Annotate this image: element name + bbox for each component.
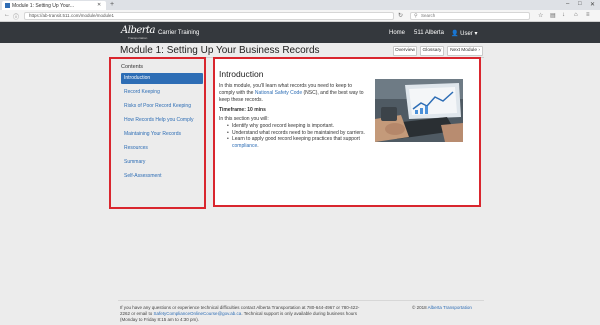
list-item-text-end: . <box>257 142 259 149</box>
reload-icon[interactable]: ↻ <box>398 12 403 19</box>
close-tab-icon[interactable]: ✕ <box>97 2 101 8</box>
contents-sidebar: Contents Introduction Record Keeping Ris… <box>109 57 206 209</box>
tab-title: Module 1: Setting Up Your... <box>12 2 74 9</box>
support-email-link[interactable]: SafetyComplianceOnlineCourse@gov.ab.ca <box>154 311 242 316</box>
window-close-icon[interactable]: ✕ <box>590 1 595 8</box>
star-icon[interactable]: ☆ <box>538 12 543 19</box>
nsc-link[interactable]: National Safety Code <box>255 90 302 96</box>
browser-tab-bar: Module 1: Setting Up Your... ✕ + – □ ✕ <box>0 0 600 10</box>
contents-heading: Contents <box>121 64 144 70</box>
intro-heading: Introduction <box>219 69 264 79</box>
footer-support-text: If you have any questions or experience … <box>120 305 365 323</box>
objectives-list: Identify why good record keeping is impo… <box>227 123 369 149</box>
menu-icon[interactable]: ≡ <box>586 12 590 18</box>
user-menu-label: User ▾ <box>460 31 478 37</box>
toc-item-introduction[interactable]: Introduction <box>121 73 203 84</box>
new-tab-icon[interactable]: + <box>110 1 114 8</box>
toc-item-how-records-help[interactable]: How Records Help you Comply <box>121 115 203 126</box>
library-icon[interactable]: ▤ <box>550 12 556 19</box>
overview-button[interactable]: Overview <box>393 46 417 56</box>
minimize-icon[interactable]: – <box>566 1 569 7</box>
footer-divider <box>118 300 484 301</box>
toc-item-summary[interactable]: Summary <box>121 157 203 168</box>
address-bar: ← ⓘ https://ab-transit.511.com/module/mo… <box>0 10 600 22</box>
list-item: Learn to apply good record keeping pract… <box>227 136 369 149</box>
alberta-logo[interactable]: Alberta <box>121 25 156 36</box>
home-icon[interactable]: ⌂ <box>574 12 578 18</box>
timeframe-label: Timeframe: 10 mins <box>219 107 266 113</box>
toc-item-risks[interactable]: Risks of Poor Record Keeping <box>121 101 203 112</box>
compliance-link[interactable]: compliance <box>232 143 257 149</box>
url-field[interactable]: https://ab-transit.511.com/module/module… <box>24 12 394 20</box>
favicon-icon <box>5 3 10 8</box>
search-placeholder: Search <box>421 13 436 18</box>
info-icon[interactable]: ⓘ <box>13 12 19 21</box>
toc-item-self-assessment[interactable]: Self-Assessment <box>121 171 203 182</box>
main-content-panel: Introduction In this module, you'll lear… <box>213 57 481 207</box>
search-input[interactable]: ⚲ Search <box>410 12 530 20</box>
list-item-text: Learn to apply good record keeping pract… <box>232 136 360 142</box>
search-icon: ⚲ <box>414 13 418 19</box>
browser-tab[interactable]: Module 1: Setting Up Your... <box>2 1 106 10</box>
page-title: Module 1: Setting Up Your Business Recor… <box>120 45 320 56</box>
copyright-text: © 2018 <box>412 305 428 310</box>
back-icon[interactable]: ← <box>4 12 10 18</box>
toc-item-record-keeping[interactable]: Record Keeping <box>121 87 203 98</box>
toc-item-maintaining[interactable]: Maintaining Your Records <box>121 129 203 140</box>
next-module-button[interactable]: Next Module › <box>447 46 483 56</box>
section-intro: In this section you will: <box>219 116 269 122</box>
nav-home[interactable]: Home <box>389 30 405 36</box>
intro-paragraph: In this module, you'll learn what record… <box>219 83 369 104</box>
alberta-transportation-link[interactable]: Alberta Transportation <box>428 305 472 310</box>
copyright: © 2018 Alberta Transportation <box>412 305 472 310</box>
site-name[interactable]: Carrier Training <box>158 30 199 36</box>
logo-subtitle: Transportation <box>128 36 148 40</box>
maximize-icon[interactable]: □ <box>578 1 582 7</box>
user-menu[interactable]: 👤 User ▾ <box>451 30 478 37</box>
user-icon: 👤 <box>451 31 459 37</box>
toc-item-resources[interactable]: Resources <box>121 143 203 154</box>
download-icon[interactable]: ↓ <box>562 12 565 18</box>
site-header: Alberta Transportation Carrier Training … <box>0 22 600 43</box>
laptop-analytics-illustration <box>375 79 463 142</box>
nav-511-alberta[interactable]: 511 Alberta <box>414 30 444 36</box>
intro-photo <box>375 79 463 142</box>
glossary-button[interactable]: Glossary <box>420 46 444 56</box>
